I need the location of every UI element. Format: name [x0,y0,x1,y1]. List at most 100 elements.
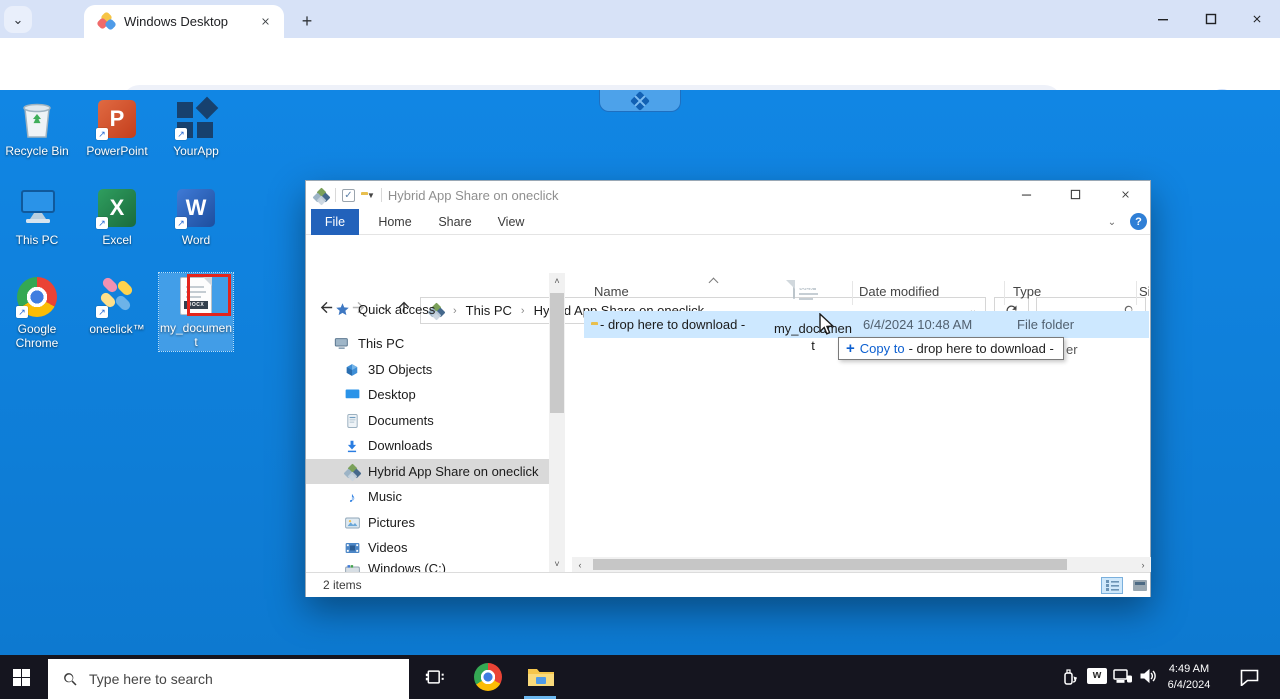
file-date: 6/4/2024 10:48 AM [863,317,972,332]
desktop-monitor-icon [344,387,360,403]
cube-icon [344,362,360,378]
column-header-type[interactable]: Type [1013,284,1041,299]
desktop-icon-google-chrome[interactable]: ↗ Google Chrome [0,274,74,350]
explorer-titlebar[interactable]: ✓ ▼ Hybrid App Share on oneclick [306,181,1150,209]
taskbar-explorer-icon[interactable] [526,663,556,691]
film-icon [344,540,360,556]
sidebar-scrollbar[interactable]: ˄ ˅ [549,273,565,572]
action-center-icon[interactable] [1240,669,1259,686]
scrollbar-thumb[interactable] [550,293,564,413]
browser-maximize-button[interactable] [1188,0,1234,38]
horizontal-scrollbar[interactable]: ‹ › [572,557,1151,572]
sidebar-item-music[interactable]: ♪Music [306,484,549,509]
desktop-icon-label: oneclick™ [89,322,144,336]
explorer-close-button[interactable] [1108,181,1142,207]
oneclick-diamond-icon [630,91,650,111]
oneclick-toolbar-tab[interactable] [599,90,681,112]
sidebar-item-downloads[interactable]: Downloads [306,433,549,458]
desktop-icon-label: YourApp [173,144,219,158]
plus-icon: + [846,340,855,357]
desktop-icon-oneclick[interactable]: ↗ oneclick™ [80,274,154,336]
desktop-icon-yourapp[interactable]: ↗ YourApp [159,96,233,158]
sidebar-item-hybrid-share[interactable]: Hybrid App Share on oneclick [306,459,549,484]
sidebar-item-documents[interactable]: Documents [306,408,549,433]
taskbar-search-input[interactable]: Type here to search [48,659,409,699]
task-view-icon[interactable] [420,663,450,691]
explorer-minimize-button[interactable] [1009,181,1043,207]
window-title: Hybrid App Share on oneclick [388,188,559,203]
desktop-icon-label: Word [182,233,210,247]
tab-view[interactable]: View [490,209,532,235]
chrome-tabstrip: ⌄ Windows Desktop + [0,0,1280,38]
details-view-button[interactable] [1101,577,1123,594]
occluded-text-fragment: er [1066,342,1078,357]
desktop-icon-label: PowerPoint [86,144,147,158]
tab-file[interactable]: File [311,209,359,235]
scroll-down-icon[interactable]: ˅ [549,556,565,572]
sidebar-item-pictures[interactable]: Pictures [306,510,549,535]
powerpoint-icon: P ↗ [94,96,140,142]
qat-dropdown-icon[interactable]: ▼ [367,191,375,200]
usb-safely-remove-icon[interactable] [1062,668,1077,686]
tab-close-icon[interactable] [257,13,274,30]
yourapp-icon: ↗ [173,96,219,142]
properties-icon[interactable]: ✓ [342,189,355,202]
browser-minimize-button[interactable] [1140,0,1186,38]
start-button[interactable] [13,669,30,686]
drag-ghost-label: my_documen [768,321,858,336]
desktop-icon-my-document[interactable]: DOCX my_document [159,273,233,351]
app-logo-icon [314,189,329,202]
tray-app-icon[interactable]: w [1087,668,1107,684]
desktop-icon-label: my_document [160,321,232,349]
taskbar-chrome-icon[interactable] [473,663,503,691]
browser-tab[interactable]: Windows Desktop [84,5,284,38]
tab-share[interactable]: Share [432,209,478,235]
new-tab-button[interactable]: + [294,8,320,34]
chrome-toolbar: oneclick.services [0,38,1280,90]
drag-ghost-docx-icon: DOCX [793,281,795,299]
clock-date: 6/4/2024 [1160,677,1218,693]
shortcut-arrow-icon: ↗ [16,306,28,318]
share-pinwheel-icon [344,464,360,480]
sidebar-item-videos[interactable]: Videos [306,535,549,560]
chrome-icon: ↗ [14,274,60,320]
sidebar-item-this-pc[interactable]: This PC [306,331,549,356]
help-button[interactable]: ? [1130,213,1147,230]
desktop-icon-word[interactable]: W ↗ Word [159,185,233,247]
thumbnail-view-button[interactable] [1129,577,1151,594]
ribbon-collapse-icon[interactable]: ⌄ [1100,209,1124,235]
drive-icon [344,561,360,572]
taskbar-clock[interactable]: 4:49 AM 6/4/2024 [1160,661,1218,693]
scroll-up-icon[interactable]: ˄ [549,273,565,289]
speaker-icon[interactable] [1140,668,1159,684]
sort-ascending-icon [710,277,718,285]
sidebar-item-desktop[interactable]: Desktop [306,382,549,407]
tab-search-button[interactable]: ⌄ [4,6,32,33]
network-icon[interactable] [1113,668,1132,684]
explorer-address-row: ⌄ › This PC › Hybrid App Share on onecli… [306,235,1150,273]
file-row-drop-folder[interactable]: - drop here to download - 6/4/2024 10:48… [584,311,1149,338]
desktop-icon-recycle-bin[interactable]: Recycle Bin [0,96,74,158]
browser-close-button[interactable] [1234,0,1280,38]
sidebar-item-quick-access[interactable]: Quick access [306,297,549,322]
ribbon-tabs: File Home Share View ⌄ [306,209,1150,235]
column-header-date[interactable]: Date modified [859,284,939,299]
shortcut-arrow-icon: ↗ [96,306,108,318]
shortcut-arrow-icon: ↗ [96,128,108,140]
this-pc-icon [14,185,60,231]
scroll-left-icon[interactable]: ‹ [572,557,588,572]
file-explorer-window: ✓ ▼ Hybrid App Share on oneclick File Ho… [305,180,1151,597]
scrollbar-thumb[interactable] [593,559,1067,570]
desktop-icon-excel[interactable]: X ↗ Excel [80,185,154,247]
scroll-right-icon[interactable]: › [1135,557,1151,572]
tab-home[interactable]: Home [372,209,418,235]
column-header-name[interactable]: Name [594,284,629,299]
sidebar-item-windows-c[interactable]: Windows (C:) [306,561,549,572]
shortcut-arrow-icon: ↗ [175,128,187,140]
sidebar-item-3d-objects[interactable]: 3D Objects [306,357,549,382]
desktop-icon-this-pc[interactable]: This PC [0,185,74,247]
desktop-icon-powerpoint[interactable]: P ↗ PowerPoint [80,96,154,158]
column-header-size[interactable]: Si [1139,284,1149,299]
explorer-maximize-button[interactable] [1058,181,1092,207]
picture-icon [344,515,360,531]
